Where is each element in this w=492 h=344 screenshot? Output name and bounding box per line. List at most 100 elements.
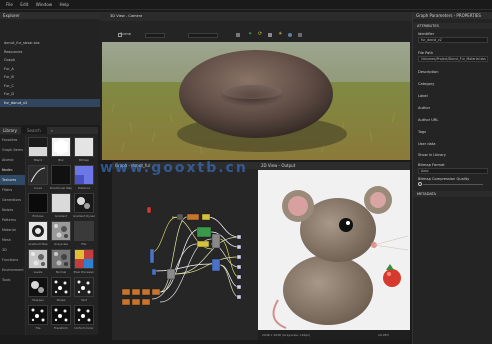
library-item-thumbnail[interactable] [51,249,71,269]
library-category[interactable]: Patterns [0,215,25,225]
library-item-thumbnail[interactable] [51,221,71,241]
property-input[interactable]: fur_donut_v2 [418,37,488,43]
graph-node[interactable] [146,206,152,214]
move-icon[interactable]: ✦ [248,32,253,37]
graph-canvas[interactable] [112,169,258,340]
graph-connection[interactable] [219,264,240,298]
library-item-thumbnail[interactable] [51,137,71,157]
explorer-item[interactable]: Fur_D [0,90,100,99]
graph-node[interactable] [201,213,211,221]
graph-connection[interactable] [159,216,188,293]
library-item-thumbnail[interactable] [28,193,48,213]
graph-node[interactable] [131,288,141,296]
graph-node[interactable] [236,284,242,290]
show-in-library-row[interactable]: Show in Library [413,152,492,157]
library-item-thumbnail[interactable] [51,305,71,325]
explorer-item[interactable]: Resources [0,48,100,57]
display-icon[interactable] [298,33,302,37]
explorer-item[interactable]: Fur_B [0,73,100,82]
library-search-input[interactable]: Search [21,127,47,134]
explorer-item[interactable]: Fur_C [0,82,100,91]
explorer-item[interactable]: donut_fur_sbsar.sbs [0,39,100,48]
light-icon[interactable]: ☀ [278,32,283,37]
grid-icon[interactable] [118,33,122,37]
explorer-item[interactable]: Graph [0,56,100,65]
library-item-thumbnail[interactable] [28,165,48,185]
graph-node[interactable] [121,288,131,296]
metadata-section-header[interactable]: METADATA [413,191,492,197]
menu-window[interactable]: Window [36,0,53,10]
library-item-thumbnail[interactable] [74,137,94,157]
graph-node[interactable] [196,240,210,248]
graph-node[interactable] [236,274,242,280]
library-item-thumbnail[interactable] [74,305,94,325]
library-category[interactable]: Favorites [0,135,25,145]
library-item-thumbnail[interactable] [74,249,94,269]
view3d-viewport[interactable] [102,42,410,160]
graph-node[interactable] [166,268,176,280]
explorer-item[interactable]: Fur_A [0,65,100,74]
library-item-thumbnail[interactable] [28,249,48,269]
library-item-thumbnail[interactable] [28,137,48,157]
camera-icon[interactable] [268,33,272,37]
menu-file[interactable]: File [6,0,13,10]
graph-node[interactable] [236,234,242,240]
property-input[interactable]: /Volumes/Project/Donut_Fur_Material.sbs [418,56,488,62]
search-icon[interactable]: ⌕ [51,127,53,134]
library-category[interactable]: Filters [0,185,25,195]
library-item-thumbnail[interactable] [28,277,48,297]
library-category[interactable]: Material [0,225,25,235]
library-item-thumbnail[interactable] [74,165,94,185]
menu-help[interactable]: Help [59,0,69,10]
library-category[interactable]: Textures [0,175,25,185]
graph-node[interactable] [186,213,200,221]
graph-node[interactable] [149,248,155,264]
graph-connection[interactable] [159,228,201,293]
bitmap-format-select[interactable]: Auto [418,168,488,174]
graph-node[interactable] [176,213,184,221]
environment-icon[interactable] [288,33,292,37]
mouse-preview-image[interactable] [258,170,410,330]
graph-node[interactable] [236,264,242,270]
library-item-thumbnail[interactable] [51,193,71,213]
graph-node[interactable] [151,268,157,276]
graph-node[interactable] [131,298,141,306]
graph-node[interactable] [196,226,212,238]
lock-icon[interactable] [236,33,240,37]
graph-connection[interactable] [174,256,240,275]
graph-node[interactable] [211,258,221,272]
library-category[interactable]: Tools [0,275,25,285]
library-category[interactable]: Graph Items [0,145,25,155]
library-category[interactable]: Atomic Nodes [0,155,25,172]
library-category[interactable]: Noises [0,205,25,215]
library-item-thumbnail[interactable] [74,193,94,213]
graph-node[interactable] [236,244,242,250]
library-item-thumbnail[interactable] [51,277,71,297]
graph-node[interactable] [141,298,151,306]
graph-node[interactable] [121,298,131,306]
library-category[interactable]: Generators [0,195,25,205]
graph-node[interactable] [151,288,161,296]
view2d-zoom[interactable]: 29.98% [378,333,389,337]
explorer-item[interactable]: fur_donut_v2 [0,98,100,107]
library-item-thumbnail[interactable] [28,305,48,325]
slider-handle[interactable] [418,182,422,186]
attributes-section-header[interactable]: ATTRIBUTES [413,23,492,29]
graph-node[interactable] [236,254,242,260]
graph-node[interactable] [236,294,242,300]
library-category[interactable]: Mesh [0,235,25,245]
library-item-thumbnail[interactable] [74,277,94,297]
library-category[interactable]: Functions [0,255,25,265]
bitmap-quality-slider[interactable] [418,182,488,186]
menu-edit[interactable]: Edit [20,0,28,10]
library-category[interactable]: Environment [0,265,25,275]
graph-node[interactable] [141,288,151,296]
library-item-thumbnail[interactable] [51,165,71,185]
library-item-thumbnail[interactable] [28,221,48,241]
graph-connection[interactable] [149,216,178,254]
graph-connection[interactable] [219,238,240,278]
rotate-icon[interactable]: ⟳ [258,32,263,37]
library-category[interactable]: 3D [0,245,25,255]
graph-node[interactable] [211,233,221,249]
library-item-thumbnail[interactable] [74,221,94,241]
